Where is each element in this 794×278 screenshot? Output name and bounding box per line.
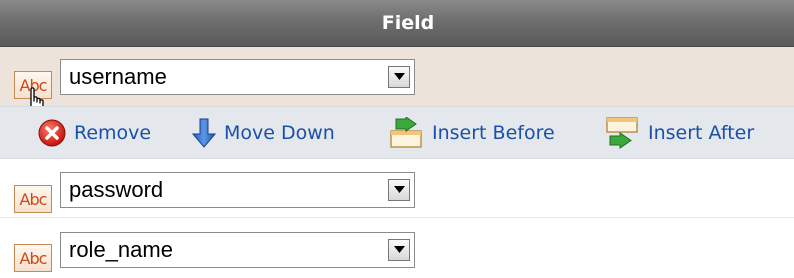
arrow-down-icon — [192, 118, 216, 148]
move-down-label: Move Down — [224, 122, 335, 144]
abc-text-icon[interactable]: Abc — [14, 244, 52, 272]
field-row-role-name[interactable]: Abc role_name — [0, 219, 794, 278]
insert-before-button[interactable]: Insert Before — [388, 117, 555, 148]
field-select-username[interactable]: username — [60, 59, 415, 95]
select-value: username — [69, 64, 167, 89]
dropdown-arrow-button[interactable] — [388, 179, 410, 201]
remove-label: Remove — [74, 122, 152, 144]
move-down-button[interactable]: Move Down — [192, 118, 335, 148]
dropdown-arrow-button[interactable] — [388, 239, 410, 261]
insert-before-label: Insert Before — [432, 122, 555, 144]
chevron-down-icon — [394, 73, 405, 80]
field-row-password[interactable]: Abc password — [0, 159, 794, 218]
field-select-role-name[interactable]: role_name — [60, 232, 415, 268]
insert-after-icon — [606, 117, 638, 149]
abc-text-icon[interactable]: Abc — [14, 185, 52, 213]
select-value: password — [69, 177, 164, 202]
row-action-bar: Remove Move Down Insert Before Insert Af… — [0, 106, 794, 159]
insert-before-icon — [390, 117, 422, 148]
select-value: role_name — [69, 237, 173, 262]
field-mapping-panel: Field Abc username Remove Move Down Inse… — [0, 0, 794, 278]
insert-after-label: Insert After — [648, 122, 755, 144]
chevron-down-icon — [394, 246, 405, 253]
insert-after-button[interactable]: Insert After — [604, 117, 755, 149]
chevron-down-icon — [394, 186, 405, 193]
field-column-header: Field — [0, 0, 794, 47]
field-row-username[interactable]: Abc username — [0, 47, 794, 120]
dropdown-arrow-button[interactable] — [388, 66, 410, 88]
field-select-password[interactable]: password — [60, 172, 415, 208]
remove-button[interactable]: Remove — [38, 118, 151, 148]
remove-icon — [38, 119, 66, 147]
header-title: Field — [381, 12, 435, 34]
